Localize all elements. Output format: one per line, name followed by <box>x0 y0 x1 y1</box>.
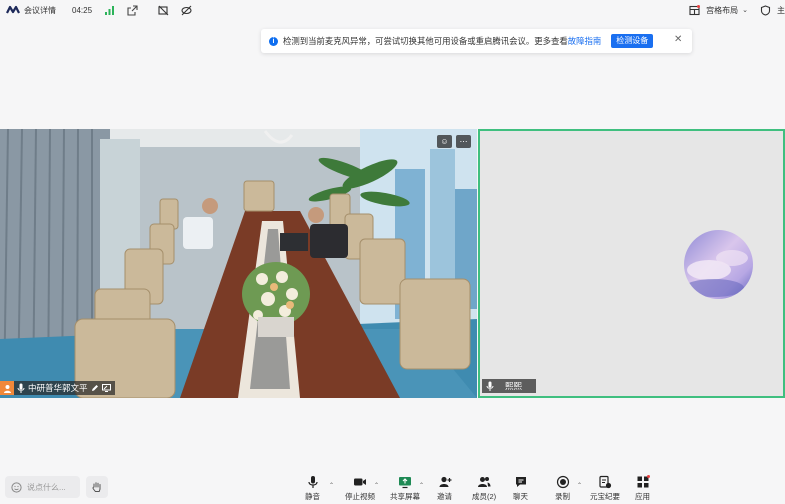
chat-placeholder: 说点什么... <box>27 482 66 492</box>
record-icon <box>556 475 569 489</box>
members-label: 成员(2) <box>472 492 497 501</box>
camera-icon <box>354 478 366 486</box>
hidden-icon[interactable] <box>181 5 192 16</box>
microphone-icon <box>307 476 318 488</box>
stop-video-button[interactable]: 停止视频 <box>345 475 375 503</box>
apps-label: 应用 <box>635 492 650 501</box>
participant-name-tag: 中研普华郭文平 <box>0 381 115 395</box>
info-icon: i <box>269 36 278 46</box>
logo-icon <box>6 5 20 14</box>
layout-selector[interactable]: 宫格布局 <box>706 5 738 16</box>
record-button[interactable]: 录制 <box>555 475 570 503</box>
raise-hand-button[interactable] <box>86 476 108 498</box>
popout-icon[interactable] <box>127 4 138 16</box>
hand-icon <box>92 482 101 492</box>
invite-label: 邀请 <box>437 492 452 501</box>
participant-name: 中研普华郭文平 <box>28 383 88 393</box>
no-camera-icon[interactable] <box>158 5 169 16</box>
meeting-detail-link[interactable]: 会议详情 <box>24 5 56 16</box>
share-screen-button[interactable]: 共享屏幕 <box>390 475 420 503</box>
top-bar: 会议详情 04:25 宫格布局 ⌄ 主 <box>0 0 785 20</box>
share-options-caret[interactable]: ⌃ <box>419 482 424 489</box>
share-screen-label: 共享屏幕 <box>390 492 420 501</box>
signal-icon[interactable] <box>104 5 115 16</box>
more-icon[interactable]: ⋯ <box>456 135 471 148</box>
record-options-caret[interactable]: ⌃ <box>577 482 582 489</box>
chat-label: 聊天 <box>513 492 528 501</box>
members-button[interactable]: 成员(2) <box>472 475 496 503</box>
mic-warning-notice: i 检测到当前麦克风异常，可尝试切换其他可用设备或重启腾讯会议。更多查看 故障指… <box>261 29 692 53</box>
participant-name-tag: 熙熙 <box>482 379 536 393</box>
host-icon <box>0 381 14 395</box>
troubleshoot-link[interactable]: 故障指南 <box>568 35 602 47</box>
avatar <box>684 230 753 299</box>
mute-button[interactable]: 静音 <box>305 475 320 503</box>
ai-minutes-label: 元宝纪要 <box>590 492 620 501</box>
screen-icon <box>101 384 111 392</box>
apps-button[interactable]: 应用 <box>635 475 650 503</box>
video-tile-host[interactable]: ☺ ⋯ 中研普华郭文平 <box>0 129 477 398</box>
record-label: 录制 <box>555 492 570 501</box>
close-icon[interactable]: ✕ <box>674 35 683 45</box>
shield-icon[interactable] <box>760 4 771 16</box>
video-options-caret[interactable]: ⌃ <box>374 482 379 489</box>
notice-text: 检测到当前麦克风异常，可尝试切换其他可用设备或重启腾讯会议。更多查看 <box>283 36 568 46</box>
beauty-icon[interactable]: ☺ <box>437 135 452 148</box>
layout-icon[interactable] <box>689 4 701 16</box>
meeting-room-video <box>0 129 477 398</box>
edit-icon[interactable] <box>91 384 99 392</box>
chat-icon <box>515 477 526 487</box>
invite-button[interactable]: 邀请 <box>437 475 452 503</box>
participant-name: 熙熙 <box>505 381 523 391</box>
minutes-icon <box>599 475 612 489</box>
mic-icon <box>486 381 494 391</box>
tile-toolbar: ☺ ⋯ <box>437 135 471 148</box>
chat-input[interactable]: 说点什么... <box>5 476 80 498</box>
chevron-down-icon[interactable]: ⌄ <box>742 6 748 14</box>
ai-minutes-button[interactable]: 元宝纪要 <box>590 475 620 503</box>
mic-options-caret[interactable]: ⌃ <box>329 482 334 489</box>
meeting-timer: 04:25 <box>72 5 93 15</box>
mic-icon <box>17 383 25 393</box>
emoji-icon[interactable] <box>11 481 22 493</box>
check-device-button[interactable]: 检测设备 <box>611 34 654 48</box>
apps-grid-icon <box>637 475 650 488</box>
bottom-toolbar: 说点什么... 静音 ⌃ 停止视频 ⌃ 共享屏幕 ⌃ 邀请 成员(2) 聊天 录… <box>0 470 785 504</box>
share-screen-icon <box>399 477 411 489</box>
mute-label: 静音 <box>305 492 320 501</box>
members-icon <box>478 477 491 487</box>
video-tile-participant[interactable]: 熙熙 <box>478 129 785 398</box>
chat-button[interactable]: 聊天 <box>513 475 528 503</box>
host-label-truncated: 主 <box>777 5 785 15</box>
add-user-icon <box>439 476 451 487</box>
stop-video-label: 停止视频 <box>345 492 375 501</box>
